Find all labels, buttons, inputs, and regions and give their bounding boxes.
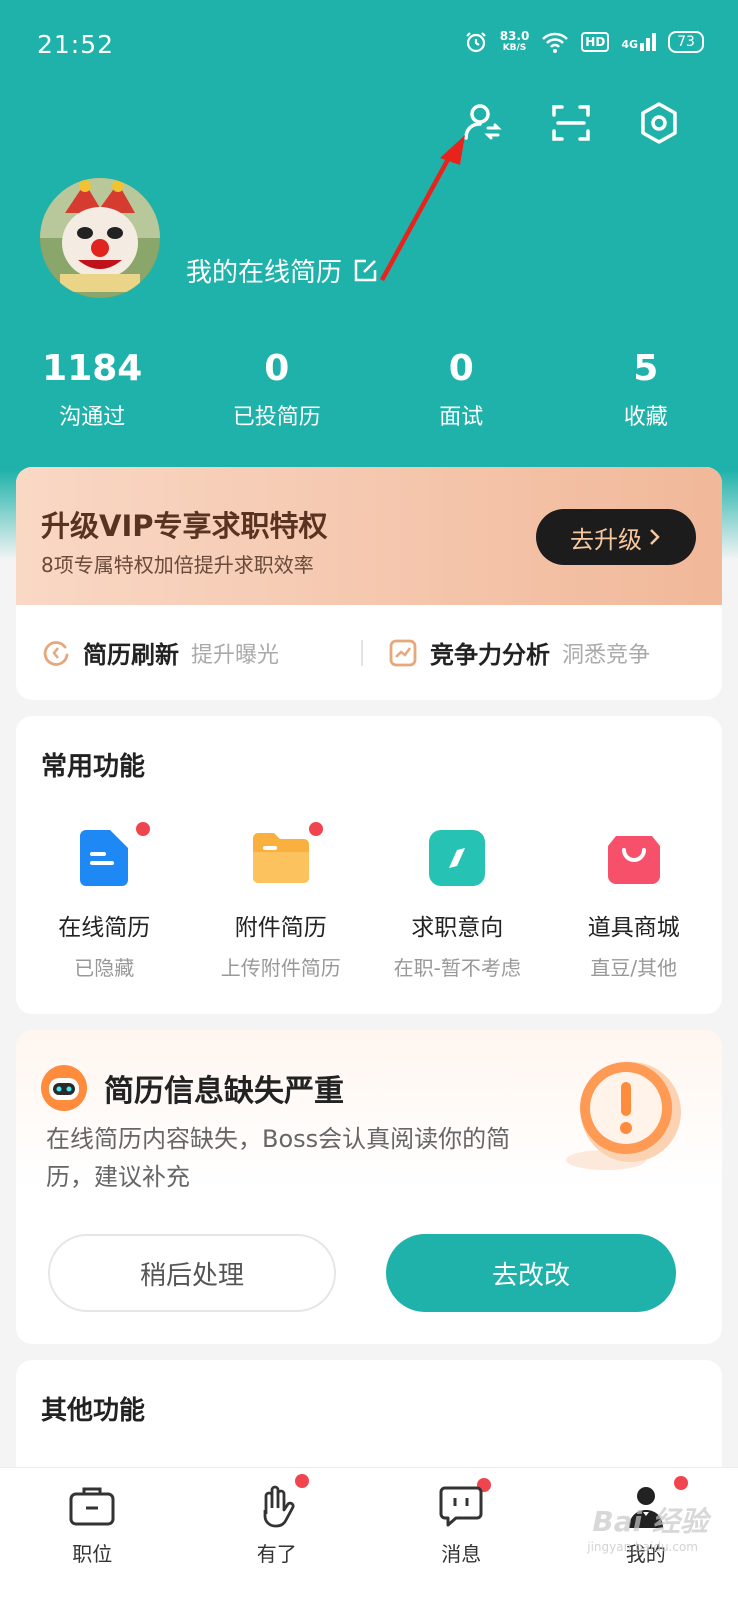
nav-jobs[interactable]: 职位 <box>0 1468 185 1600</box>
props-store-item[interactable]: 道具商城 直豆/其他 <box>546 828 723 981</box>
message-icon <box>439 1486 483 1527</box>
edit-icon <box>354 259 377 281</box>
feature-desc: 洞悉竞争 <box>562 642 651 668</box>
vip-title: 升级VIP专享求职特权 <box>41 509 328 543</box>
feature-name: 简历刷新 <box>83 641 179 669</box>
network-type: 4G <box>621 38 638 51</box>
vip-features-row: 简历刷新 提升曝光 竞争力分析 洞悉竞争 <box>16 605 722 700</box>
stat-value: 5 <box>633 348 659 389</box>
function-sub: 在职-暂不考虑 <box>393 956 521 980</box>
status-icons: 83.0 KB/S HD 4G 73 <box>464 30 704 54</box>
function-sub: 已隐藏 <box>74 956 135 980</box>
feature-desc: 提升曝光 <box>191 642 280 668</box>
chevron-right-icon <box>650 529 660 545</box>
function-label: 附件简历 <box>234 915 327 941</box>
watermark-sub: jingyan.baidu.com <box>587 1540 698 1554</box>
go-edit-button[interactable]: 去改改 <box>386 1234 676 1312</box>
analysis-chart-icon <box>389 639 417 666</box>
vip-subtitle: 8项专属特权加倍提升求职效率 <box>41 553 314 577</box>
resume-warning-card: 简历信息缺失严重 在线简历内容缺失，Boss会认真阅读你的简历，建议补充 稍后处… <box>16 1030 722 1344</box>
online-resume-icon <box>80 830 129 886</box>
stats-row: 1184 沟通过 0 已投简历 0 面试 5 收藏 <box>0 345 738 431</box>
stat-interview[interactable]: 0 面试 <box>369 345 554 431</box>
vip-card: 升级VIP专享求职特权 8项专属特权加倍提升求职效率 去升级 简历刷新 提升曝光… <box>16 467 722 700</box>
resume-refresh-feature[interactable]: 简历刷新 提升曝光 <box>16 635 361 670</box>
nav-label: 消息 <box>441 1542 482 1566</box>
warning-exclamation-icon <box>566 1062 681 1170</box>
function-label: 在线简历 <box>58 915 151 941</box>
stat-label: 收藏 <box>623 405 668 430</box>
clown-avatar-image <box>40 178 160 298</box>
nav-label: 职位 <box>72 1542 113 1566</box>
hd-badge: HD <box>581 32 610 52</box>
feature-name: 竞争力分析 <box>430 641 550 669</box>
warning-title: 简历信息缺失严重 <box>104 1074 344 1109</box>
status-bar: 21:52 83.0 KB/S HD 4G 73 <box>0 0 738 90</box>
warning-text: 在线简历内容缺失，Boss会认真阅读你的简历，建议补充 <box>46 1125 511 1191</box>
job-intention-item[interactable]: 求职意向 在职-暂不考虑 <box>369 828 546 981</box>
stat-value: 0 <box>448 348 474 389</box>
hand-icon <box>263 1485 295 1528</box>
notification-dot <box>673 1476 688 1490</box>
stat-label: 沟通过 <box>59 405 126 430</box>
function-label: 求职意向 <box>411 915 504 941</box>
net-speed-value: 83.0 <box>499 29 530 43</box>
robot-icon <box>41 1065 87 1111</box>
watermark: Bai 经验 <box>592 1505 708 1538</box>
online-resume-label: 我的在线简历 <box>186 258 343 288</box>
stat-communicated[interactable]: 1184 沟通过 <box>0 345 185 431</box>
settings-icon[interactable] <box>634 98 684 148</box>
net-speed-unit: KB/S <box>502 43 527 53</box>
upgrade-button-label: 去升级 <box>570 525 642 554</box>
nav-youle[interactable]: 有了 <box>185 1468 370 1600</box>
notification-dot <box>308 822 323 836</box>
alarm-icon <box>465 32 486 53</box>
upgrade-button[interactable]: 去升级 <box>536 509 696 565</box>
shopping-bag-icon <box>607 836 660 884</box>
refresh-icon <box>43 640 69 666</box>
annotation-arrow <box>380 135 465 282</box>
section-title: 常用功能 <box>41 752 146 782</box>
nav-label: 有了 <box>256 1542 297 1566</box>
compass-icon <box>429 830 486 886</box>
stat-label: 已投简历 <box>232 405 321 430</box>
wifi-icon <box>542 32 569 53</box>
briefcase-icon <box>69 1487 115 1526</box>
online-resume-link[interactable]: 我的在线简历 <box>186 252 378 289</box>
section-title: 其他功能 <box>41 1396 146 1426</box>
scan-icon[interactable] <box>546 98 596 148</box>
function-sub: 上传附件简历 <box>220 956 341 980</box>
nav-messages[interactable]: 消息 <box>369 1468 554 1600</box>
competitiveness-feature[interactable]: 竞争力分析 洞悉竞争 <box>363 635 708 670</box>
stat-label: 面试 <box>439 405 484 430</box>
attachment-resume-item[interactable]: 附件简历 上传附件简历 <box>193 822 370 981</box>
notification-dot <box>136 822 150 836</box>
net-speed: 83.0 KB/S <box>500 30 530 54</box>
folder-icon <box>252 833 309 883</box>
online-resume-item[interactable]: 在线简历 已隐藏 <box>16 822 193 981</box>
stat-applied[interactable]: 0 已投简历 <box>185 345 370 431</box>
common-functions-card: 常用功能 在线简历 已隐藏 附件简历 上传附件简历 求职意向 在职-暂不考虑 道… <box>16 716 722 1014</box>
functions-row: 在线简历 已隐藏 附件简历 上传附件简历 求职意向 在职-暂不考虑 道具商城 直… <box>16 822 723 981</box>
later-button[interactable]: 稍后处理 <box>48 1234 336 1312</box>
vip-banner[interactable]: 升级VIP专享求职特权 8项专属特权加倍提升求职效率 去升级 <box>16 467 722 605</box>
avatar[interactable] <box>40 178 160 298</box>
function-sub: 直豆/其他 <box>590 956 678 980</box>
stat-value: 1184 <box>42 348 143 389</box>
battery-icon: 73 <box>668 31 704 53</box>
signal-icon: 4G <box>621 33 656 51</box>
status-time: 21:52 <box>37 30 115 59</box>
other-functions-card: 其他功能 <box>16 1360 722 1480</box>
function-label: 道具商城 <box>587 915 680 941</box>
stat-favorites[interactable]: 5 收藏 <box>554 345 738 431</box>
stat-value: 0 <box>264 348 290 389</box>
